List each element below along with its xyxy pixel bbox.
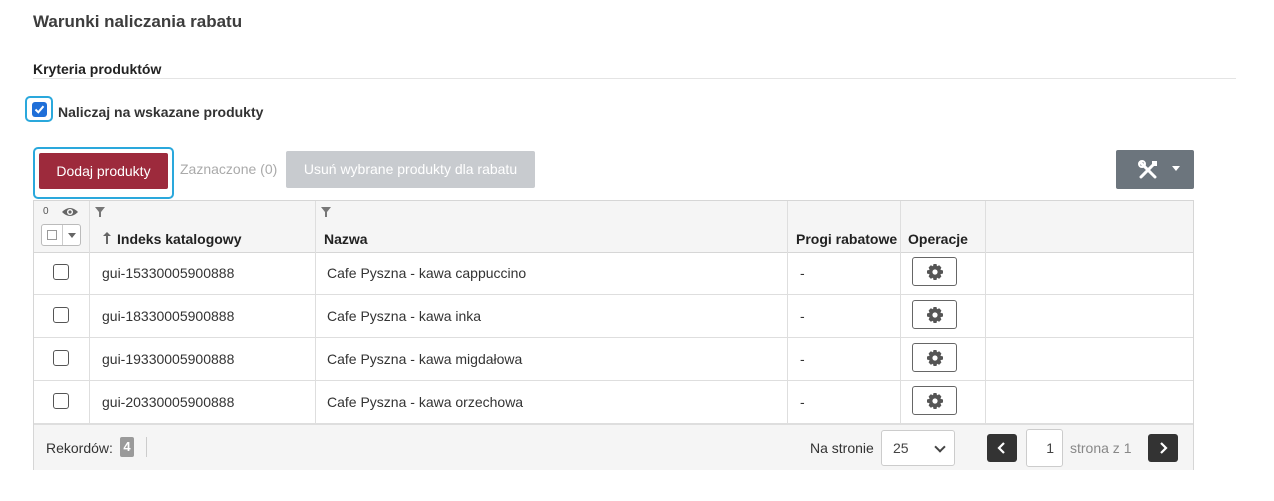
- row-operations-button[interactable]: [912, 343, 957, 372]
- row-index: gui-19330005900888: [102, 351, 235, 367]
- sort-ascending-icon[interactable]: [103, 232, 111, 244]
- grid-footer: Rekordów: 4 Na stronie 25 1 strona z 1: [34, 424, 1193, 470]
- row-name: Cafe Pyszna - kawa inka: [327, 308, 482, 324]
- per-page-value: 25: [893, 440, 909, 456]
- table-row: gui-19330005900888 Cafe Pyszna - kawa mi…: [34, 338, 1193, 381]
- records-label: Rekordów:: [46, 440, 113, 456]
- tools-dropdown-button[interactable]: [1116, 150, 1194, 189]
- row-thresholds: -: [800, 265, 805, 281]
- subsection-title: Kryteria produktów: [33, 61, 162, 77]
- column-header-name[interactable]: Nazwa: [324, 231, 368, 247]
- add-products-focus-ring: Dodaj produkty: [33, 147, 174, 199]
- chevron-down-icon: [1172, 166, 1180, 171]
- row-index: gui-20330005900888: [102, 394, 235, 410]
- column-header-thresholds[interactable]: Progi rabatowe: [796, 231, 897, 247]
- per-page-select[interactable]: 25: [881, 430, 955, 466]
- chevron-right-icon: [1160, 442, 1168, 454]
- chevron-down-icon: [934, 441, 946, 453]
- row-name: Cafe Pyszna - kawa orzechowa: [327, 394, 524, 410]
- chevron-left-icon: [997, 442, 1005, 454]
- page-number-value: 1: [1046, 440, 1054, 456]
- records-count-badge: 4: [120, 437, 134, 457]
- apply-products-label[interactable]: Naliczaj na wskazane produkty: [58, 104, 263, 120]
- next-page-button[interactable]: [1148, 434, 1178, 462]
- prev-page-button[interactable]: [987, 434, 1017, 462]
- row-checkbox[interactable]: [53, 350, 69, 366]
- row-checkbox[interactable]: [53, 393, 69, 409]
- row-index: gui-15330005900888: [102, 265, 235, 281]
- row-index: gui-18330005900888: [102, 308, 235, 324]
- visible-columns-count: 0: [43, 206, 49, 217]
- section-title: Warunki naliczania rabatu: [33, 12, 243, 31]
- eye-icon[interactable]: [61, 206, 79, 218]
- row-operations-button[interactable]: [912, 257, 957, 286]
- column-header-operations: Operacje: [908, 231, 968, 247]
- row-checkbox[interactable]: [53, 264, 69, 280]
- row-thresholds: -: [800, 394, 805, 410]
- page-number-input[interactable]: 1: [1026, 429, 1063, 467]
- row-thresholds: -: [800, 308, 805, 324]
- gear-icon: [927, 350, 943, 366]
- row-thresholds: -: [800, 351, 805, 367]
- table-row: gui-15330005900888 Cafe Pyszna - kawa ca…: [34, 252, 1193, 295]
- table-row: gui-20330005900888 Cafe Pyszna - kawa or…: [34, 381, 1193, 424]
- row-checkbox[interactable]: [53, 307, 69, 323]
- divider: [33, 78, 1236, 79]
- apply-products-checkbox[interactable]: [25, 96, 53, 122]
- checkbox-checked[interactable]: [32, 102, 47, 117]
- row-name: Cafe Pyszna - kawa migdałowa: [327, 351, 523, 367]
- gear-icon: [927, 393, 943, 409]
- tools-icon: [1138, 160, 1157, 179]
- bulk-select-dropdown[interactable]: [41, 224, 81, 246]
- column-header-index[interactable]: Indeks katalogowy: [117, 231, 241, 247]
- selected-count-label: Zaznaczone (0): [180, 161, 278, 177]
- gear-icon: [927, 264, 943, 280]
- filter-icon[interactable]: [321, 207, 331, 217]
- remove-selected-button[interactable]: Usuń wybrane produkty dla rabatu: [286, 151, 535, 188]
- table-row: gui-18330005900888 Cafe Pyszna - kawa in…: [34, 295, 1193, 338]
- chevron-down-icon: [68, 233, 76, 238]
- gear-icon: [927, 307, 943, 323]
- row-name: Cafe Pyszna - kawa cappuccino: [327, 265, 527, 281]
- bulk-select-icon: [47, 230, 57, 240]
- row-operations-button[interactable]: [912, 300, 957, 329]
- grid-header: 0 Indeks katalogowy Nazwa Progi rabatowe…: [34, 201, 1193, 253]
- page-of-label: strona z 1: [1070, 440, 1132, 456]
- per-page-label: Na stronie: [810, 440, 874, 456]
- row-operations-button[interactable]: [912, 386, 957, 415]
- check-icon: [34, 105, 45, 114]
- add-products-button[interactable]: Dodaj produkty: [39, 153, 168, 189]
- filter-icon[interactable]: [95, 207, 105, 217]
- products-grid: 0 Indeks katalogowy Nazwa Progi rabatowe…: [33, 200, 1194, 470]
